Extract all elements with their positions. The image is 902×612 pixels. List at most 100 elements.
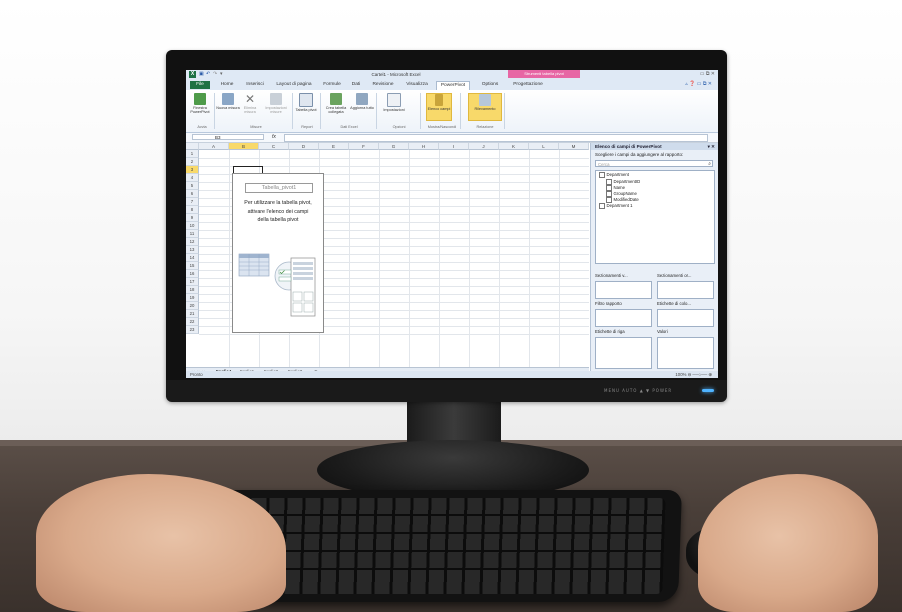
tab-file[interactable]: File	[190, 81, 210, 89]
tab-home[interactable]: Home	[216, 81, 238, 89]
row-header[interactable]: 23	[186, 326, 199, 334]
column-header[interactable]: J	[469, 143, 499, 150]
report-filter-area[interactable]	[595, 309, 652, 327]
row-header[interactable]: 5	[186, 182, 199, 190]
row-labels-area[interactable]	[595, 337, 652, 369]
row-header[interactable]: 17	[186, 278, 199, 286]
worksheet-grid[interactable]: A B C D E F G H I J K L M 1 2 3 4 5 6 7 …	[186, 143, 589, 368]
column-labels-area[interactable]	[657, 309, 714, 327]
refresh-all-icon	[356, 93, 368, 105]
zoom-slider-icon[interactable]: ⊖ ──○── ⊕	[688, 372, 712, 377]
row-header[interactable]: 1	[186, 150, 199, 158]
field-list-prompt: Scegliere i campi da aggiungere al rappo…	[595, 152, 684, 157]
tab-visualizza[interactable]: Visualizza	[402, 81, 432, 89]
collapse-icon[interactable]	[599, 172, 605, 178]
row-header[interactable]: 16	[186, 270, 199, 278]
tab-inserisci[interactable]: Inserisci	[242, 81, 268, 89]
row-header[interactable]: 13	[186, 246, 199, 254]
undo-icon[interactable]: ↶	[206, 71, 210, 77]
redo-icon[interactable]: ↷	[213, 71, 217, 77]
tab-dati[interactable]: Dati	[348, 81, 364, 89]
help-icon[interactable]: ▵ ❓ ▭ ⧉ ✕	[685, 81, 712, 87]
excel-logo-icon[interactable]: X	[189, 71, 196, 78]
gridline	[199, 158, 589, 159]
column-header[interactable]: L	[529, 143, 559, 150]
checkbox[interactable]	[606, 197, 612, 203]
powerpivot-field-list: Elenco di campi di PowerPivot ▾ ✕ Scegli…	[590, 143, 718, 371]
crea-tabella-collegata-button[interactable]: Crea tabella collegata	[322, 93, 350, 114]
tree-table-node[interactable]: Department 1	[599, 203, 633, 209]
formula-input[interactable]	[284, 134, 708, 142]
row-header[interactable]: 20	[186, 302, 199, 310]
column-header[interactable]: H	[409, 143, 439, 150]
row-header[interactable]: 4	[186, 174, 199, 182]
tab-progettazione[interactable]: Progettazione	[508, 81, 548, 89]
name-box[interactable]: B3	[192, 134, 264, 140]
row-header[interactable]: 6	[186, 190, 199, 198]
column-header[interactable]: D	[289, 143, 319, 150]
fx-icon[interactable]: fx	[272, 134, 276, 140]
tab-formule[interactable]: Formule	[320, 81, 344, 89]
column-header[interactable]: G	[379, 143, 409, 150]
group-dati-excel: Dati Excel	[340, 125, 358, 129]
field-tree[interactable]: Department DepartmentID Name GroupName M…	[595, 170, 715, 264]
row-header[interactable]: 9	[186, 214, 199, 222]
expand-icon[interactable]	[599, 203, 605, 209]
save-icon[interactable]: ▣	[199, 71, 204, 77]
column-header[interactable]: C	[259, 143, 289, 150]
row-header[interactable]: 19	[186, 294, 199, 302]
row-header[interactable]: 14	[186, 254, 199, 262]
slicers-vertical-area[interactable]	[595, 281, 652, 299]
rilevamento-button[interactable]: Rilevamento	[468, 93, 502, 121]
select-all-corner[interactable]	[186, 143, 199, 150]
row-header[interactable]: 15	[186, 262, 199, 270]
pivot-message-line: della tabella pivot	[257, 217, 299, 223]
tab-revisione[interactable]: Revisione	[368, 81, 398, 89]
monitor-buttons[interactable]: MENU AUTO ▲ ▼ POWER	[604, 388, 672, 393]
field-search-input[interactable]: Cerca ⌕	[595, 160, 713, 167]
tree-table-node[interactable]: Department	[599, 172, 629, 178]
search-icon[interactable]: ⌕	[708, 161, 711, 168]
row-header[interactable]: 12	[186, 238, 199, 246]
nuova-misura-button[interactable]: Nuova misura	[216, 93, 240, 110]
checkbox[interactable]	[606, 191, 612, 197]
tabella-pivot-button[interactable]: Tabella pivot	[294, 93, 318, 112]
aggiorna-tutto-button[interactable]: Aggiorna tutto	[350, 93, 374, 110]
window-controls[interactable]: ▭ ⧉ ✕	[700, 71, 715, 77]
column-header[interactable]: M	[559, 143, 589, 150]
row-header[interactable]: 10	[186, 222, 199, 230]
zoom-control[interactable]: 100% ⊖ ──○── ⊕	[675, 371, 712, 378]
row-header[interactable]: 2	[186, 158, 199, 166]
column-header[interactable]: E	[319, 143, 349, 150]
ribbon-separator	[376, 93, 377, 129]
elenco-campi-button[interactable]: Elenco campi	[426, 93, 452, 121]
impostazioni-button[interactable]: Impostazioni	[378, 93, 410, 112]
tab-powerpivot[interactable]: PowerPivot	[436, 81, 470, 90]
checkbox[interactable]	[606, 185, 612, 191]
row-header[interactable]: 21	[186, 310, 199, 318]
close-icon[interactable]: ▾ ✕	[708, 143, 715, 150]
settings-icon	[387, 93, 401, 107]
row-header[interactable]: 7	[186, 198, 199, 206]
row-header[interactable]: 11	[186, 230, 199, 238]
row-header[interactable]: 8	[186, 206, 199, 214]
tab-layout[interactable]: Layout di pagina	[272, 81, 316, 89]
customize-qat-icon[interactable]: ▾	[220, 71, 223, 77]
column-header[interactable]: B	[229, 143, 259, 150]
elimina-misura-button[interactable]: ✕ Elimina misura	[238, 93, 262, 114]
impostazioni-misure-button[interactable]: Impostazioni misure	[262, 93, 290, 114]
column-header[interactable]: I	[439, 143, 469, 150]
column-header[interactable]: A	[199, 143, 229, 150]
slicers-horizontal-area[interactable]	[657, 281, 714, 299]
column-header[interactable]: F	[349, 143, 379, 150]
row-header[interactable]: 22	[186, 318, 199, 326]
row-header[interactable]: 18	[186, 286, 199, 294]
column-labels-label: Etichette di colo...	[657, 301, 691, 306]
row-header[interactable]: 3	[186, 166, 199, 174]
column-header[interactable]: K	[499, 143, 529, 150]
checkbox[interactable]	[606, 179, 612, 185]
finestra-powerpivot-button[interactable]: Finestra PowerPivot	[188, 93, 212, 114]
values-area[interactable]	[657, 337, 714, 369]
tab-options[interactable]: Options	[478, 81, 502, 89]
pivot-table-placeholder[interactable]: Tabella_pivot1 Per utilizzare la tabella…	[232, 173, 324, 333]
